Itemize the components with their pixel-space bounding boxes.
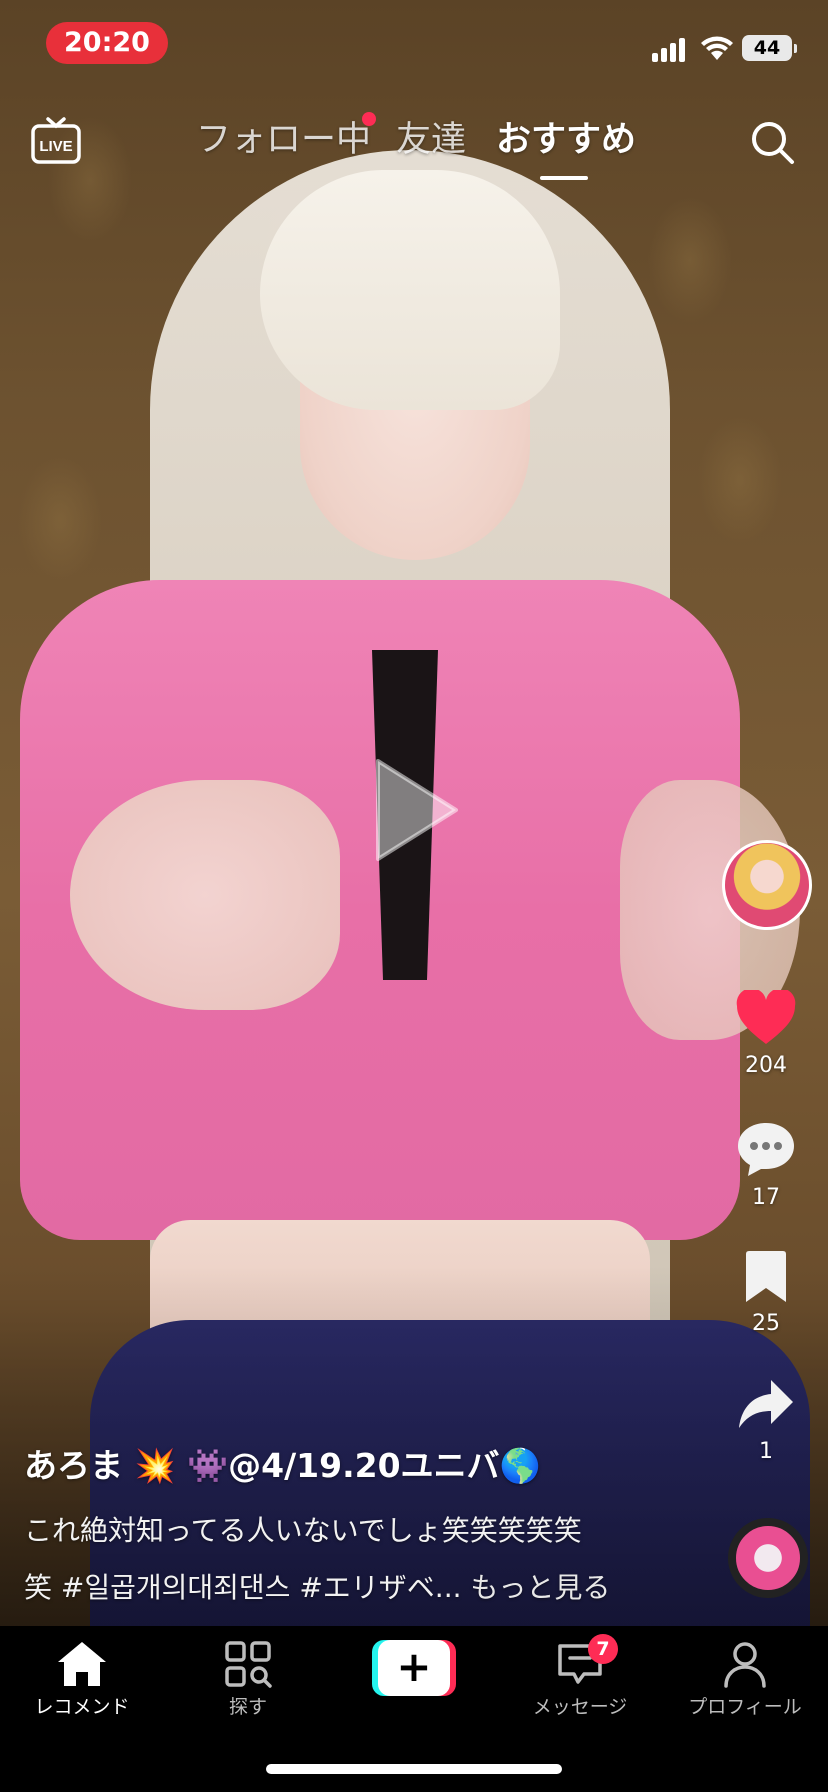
discover-icon (225, 1641, 272, 1688)
share-icon (739, 1380, 793, 1428)
tabbar-home[interactable]: レコメンド (2, 1640, 162, 1720)
tabbar-discover-label: 探す (228, 1696, 267, 1718)
sound-disc[interactable] (728, 1518, 808, 1598)
caption-text: これ絶対知ってる人いないでしょ笑笑笑笑笑 笑 #일곱개의대죄댄스 #エリザベ..… (24, 1502, 684, 1616)
home-indicator[interactable] (266, 1764, 562, 1774)
caption-hashtags[interactable]: 笑 #일곱개의대죄댄스 #エリザベ... (24, 1571, 462, 1604)
tabbar-inbox-label: メッセージ (532, 1696, 628, 1718)
svg-text:LIVE: LIVE (39, 138, 72, 155)
search-icon[interactable] (748, 118, 796, 166)
comment-count: 17 (752, 1185, 780, 1210)
status-time: 20:20 (46, 22, 168, 64)
cellular-signal-icon (652, 36, 690, 62)
creator-username[interactable]: あろま 💥 👾@4/19.20ユニバ🌎 (24, 1440, 684, 1492)
caption-line-2: 笑 #일곱개의대죄댄스 #エリザベ... もっと見る (24, 1559, 684, 1616)
save-button[interactable]: 25 (716, 1250, 816, 1338)
comment-button[interactable]: 17 (716, 1120, 816, 1212)
following-notification-dot (362, 112, 376, 126)
play-icon[interactable] (370, 755, 462, 865)
video-caption: あろま 💥 👾@4/19.20ユニバ🌎 これ絶対知ってる人いないでしょ笑笑笑笑笑… (24, 1440, 684, 1616)
creator-avatar[interactable] (722, 840, 812, 930)
save-count: 25 (752, 1311, 780, 1336)
heart-icon (736, 990, 796, 1044)
tabbar-profile-label: プロフィール (688, 1696, 802, 1718)
create-button[interactable]: + (372, 1640, 456, 1696)
caption-line-1: これ絶対知ってる人いないでしょ笑笑笑笑笑 (24, 1514, 582, 1547)
comment-icon (738, 1123, 794, 1176)
video-subject-hand-left (70, 780, 340, 1010)
see-more-link[interactable]: もっと見る (470, 1571, 610, 1604)
home-icon (58, 1642, 106, 1686)
tabbar-profile[interactable]: プロフィール (665, 1640, 825, 1720)
active-tab-indicator (540, 176, 588, 180)
like-button[interactable]: 204 (716, 990, 816, 1080)
like-count: 204 (745, 1053, 787, 1078)
status-bar: 20:20 44 (0, 0, 828, 86)
wifi-icon (701, 36, 733, 60)
top-navigation: LIVE フォロー中 友達 おすすめ (0, 100, 828, 190)
tab-friends[interactable]: 友達 (396, 118, 466, 162)
tabbar-discover[interactable]: 探す (168, 1640, 328, 1720)
share-button[interactable]: 1 (716, 1378, 816, 1466)
tab-following[interactable]: フォロー中 (196, 118, 371, 162)
tab-for-you[interactable]: おすすめ (496, 118, 636, 162)
battery-indicator: 44 (742, 35, 797, 61)
bookmark-icon (746, 1251, 786, 1302)
live-icon[interactable]: LIVE (30, 116, 82, 168)
share-count: 1 (759, 1439, 773, 1464)
tabbar-inbox[interactable]: 7 メッセージ (500, 1634, 660, 1720)
inbox-badge: 7 (588, 1634, 618, 1664)
profile-icon (724, 1642, 766, 1688)
plus-icon: + (378, 1640, 450, 1696)
video-subject-bangs (260, 170, 560, 410)
tabbar-home-label: レコメンド (34, 1696, 130, 1718)
